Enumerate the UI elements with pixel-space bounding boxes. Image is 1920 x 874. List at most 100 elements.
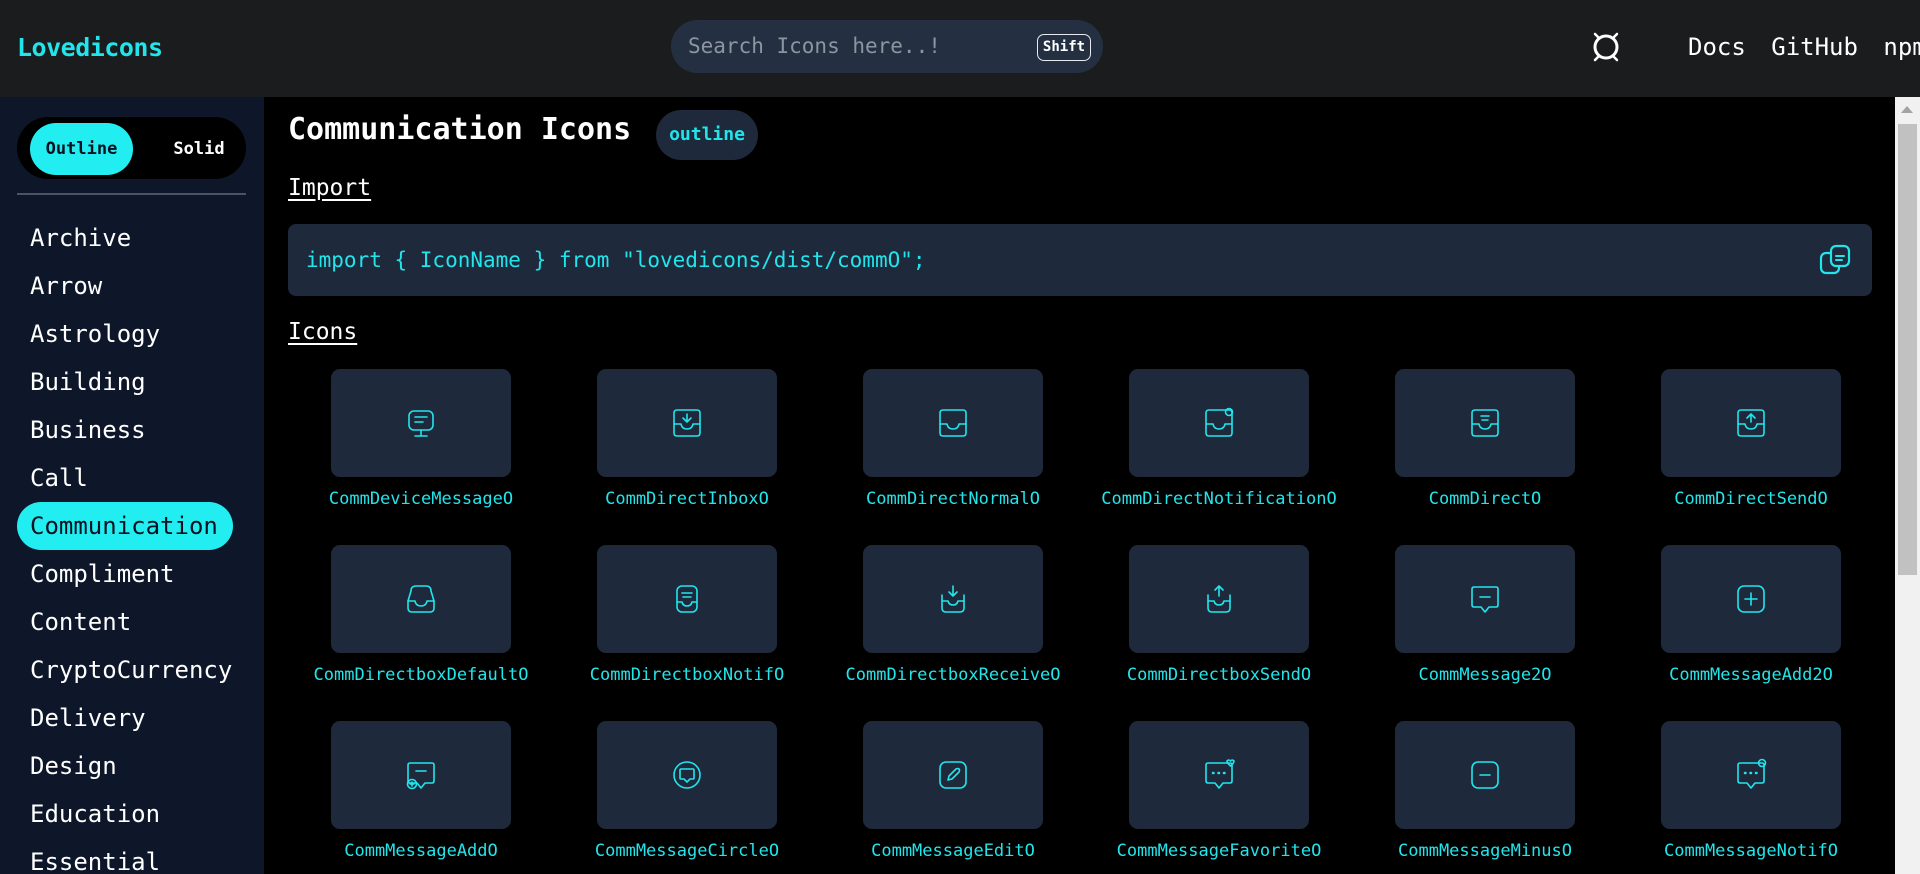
sidebar-item-cryptocurrency[interactable]: CryptoCurrency: [17, 646, 257, 694]
search-bar[interactable]: Shift: [671, 20, 1103, 73]
comm-directbox-default-o-icon: [407, 585, 435, 613]
icon-name-label: CommMessage2O: [1418, 665, 1552, 685]
icon-card[interactable]: CommDirectO: [1352, 369, 1618, 519]
icon-tile[interactable]: [1395, 369, 1575, 477]
icon-name-label: CommMessageAddO: [344, 841, 498, 861]
comm-directbox-receive-o-icon: [941, 585, 965, 613]
sidebar-item-building[interactable]: Building: [17, 358, 257, 406]
comm-message2-o-icon: [1471, 586, 1499, 613]
icon-card[interactable]: CommDirectboxSendO: [1086, 545, 1352, 695]
comm-direct-send-o-icon: [1737, 409, 1765, 437]
comm-direct-o-icon: [1471, 409, 1499, 437]
icon-name-label: CommMessageEditO: [871, 841, 1035, 861]
icon-name-label: CommDirectNotificationO: [1101, 489, 1337, 509]
comm-message-edit-o-icon: [939, 761, 967, 789]
comm-message-add-o-icon: [406, 762, 435, 790]
icon-tile[interactable]: [1129, 369, 1309, 477]
icon-card[interactable]: CommMessageAdd2O: [1618, 545, 1884, 695]
icon-card[interactable]: CommDirectNotificationO: [1086, 369, 1352, 519]
icon-card[interactable]: CommMessageCircleO: [554, 721, 820, 871]
icon-tile[interactable]: [1395, 545, 1575, 653]
comm-message-add2-o-icon: [1737, 585, 1765, 613]
icon-tile[interactable]: [863, 721, 1043, 829]
icon-name-label: CommDirectSendO: [1674, 489, 1828, 509]
icon-card[interactable]: CommDirectInboxO: [554, 369, 820, 519]
comm-direct-normal-o-icon: [939, 409, 967, 437]
icon-tile[interactable]: [863, 369, 1043, 477]
nav-link-docs[interactable]: Docs: [1688, 33, 1746, 61]
sidebar-item-delivery[interactable]: Delivery: [17, 694, 257, 742]
sidebar-item-essential[interactable]: Essential: [17, 838, 257, 874]
icon-card[interactable]: CommDirectNormalO: [820, 369, 1086, 519]
icon-name-label: CommDirectboxReceiveO: [845, 665, 1061, 685]
icon-tile[interactable]: [863, 545, 1043, 653]
icon-name-label: CommMessageAdd2O: [1669, 665, 1833, 685]
sidebar: Outline Solid Archive Arrow Astrology Build…: [0, 97, 264, 874]
icon-tile[interactable]: [1661, 545, 1841, 653]
import-code: import { IconName } from "lovedicons/dis…: [306, 248, 926, 272]
top-bar: Lovedicons Shift Docs GitHub npm: [0, 0, 1920, 97]
comm-message-favorite-o-icon: [1205, 759, 1235, 789]
shortcut-badge: Shift: [1037, 34, 1091, 61]
icon-name-label: CommDirectInboxO: [605, 489, 769, 509]
icon-card[interactable]: CommMessageFavoriteO: [1086, 721, 1352, 871]
icon-tile[interactable]: [1661, 369, 1841, 477]
theme-toggle-icon[interactable]: [1590, 31, 1622, 63]
icon-name-label: CommMessageNotifO: [1664, 841, 1838, 861]
main-content: Communication Icons outline Import impor…: [288, 97, 1872, 874]
icon-card[interactable]: CommMessageMinusO: [1352, 721, 1618, 871]
search-input[interactable]: [688, 32, 1018, 60]
icon-card[interactable]: CommMessage2O: [1352, 545, 1618, 695]
icon-name-label: CommDirectO: [1428, 489, 1542, 509]
page-title: Communication Icons: [288, 112, 632, 147]
icon-tile[interactable]: [597, 545, 777, 653]
icon-card[interactable]: CommDirectboxNotifO: [554, 545, 820, 695]
sidebar-item-compliment[interactable]: Compliment: [17, 550, 257, 598]
scroll-up-arrow-icon[interactable]: [1901, 106, 1913, 113]
icon-name-label: CommDirectboxDefaultO: [313, 665, 529, 685]
icon-card[interactable]: CommDirectboxReceiveO: [820, 545, 1086, 695]
icon-tile[interactable]: [1661, 721, 1841, 829]
icon-tile[interactable]: [1129, 545, 1309, 653]
sidebar-item-education[interactable]: Education: [17, 790, 257, 838]
toggle-solid[interactable]: Solid: [154, 123, 244, 175]
sidebar-item-content[interactable]: Content: [17, 598, 257, 646]
icon-tile[interactable]: [1395, 721, 1575, 829]
icon-tile[interactable]: [1129, 721, 1309, 829]
sidebar-item-design[interactable]: Design: [17, 742, 257, 790]
variant-badge: outline: [656, 110, 758, 160]
icon-name-label: CommDirectNormalO: [866, 489, 1040, 509]
icon-name-label: CommDeviceMessageO: [328, 489, 514, 509]
icon-card[interactable]: CommDirectSendO: [1618, 369, 1884, 519]
sidebar-item-business[interactable]: Business: [17, 406, 257, 454]
comm-message-notif-o-icon: [1737, 758, 1767, 789]
icon-name-label: CommMessageMinusO: [1398, 841, 1572, 861]
sidebar-item-astrology[interactable]: Astrology: [17, 310, 257, 358]
nav-link-npm[interactable]: npm: [1883, 33, 1920, 61]
icon-card[interactable]: CommMessageNotifO: [1618, 721, 1884, 871]
icon-card[interactable]: CommDeviceMessageO: [288, 369, 554, 519]
sidebar-item-arrow[interactable]: Arrow: [17, 262, 257, 310]
nav-link-github[interactable]: GitHub: [1771, 33, 1858, 61]
sidebar-divider: [17, 193, 246, 195]
comm-directbox-send-o-icon: [1207, 585, 1231, 613]
icon-card[interactable]: CommMessageEditO: [820, 721, 1086, 871]
icon-name-label: CommDirectboxSendO: [1126, 665, 1312, 685]
icon-card[interactable]: CommDirectboxDefaultO: [288, 545, 554, 695]
sidebar-item-communication[interactable]: Communication: [17, 502, 233, 550]
sidebar-item-call[interactable]: Call: [17, 454, 257, 502]
comm-device-message-o-icon: [408, 410, 434, 437]
icon-tile[interactable]: [597, 721, 777, 829]
scroll-thumb[interactable]: [1898, 124, 1917, 575]
icon-tile[interactable]: [597, 369, 777, 477]
page-scrollbar[interactable]: [1895, 97, 1920, 874]
toggle-outline[interactable]: Outline: [30, 123, 133, 175]
sidebar-item-archive[interactable]: Archive: [17, 214, 257, 262]
icon-tile[interactable]: [331, 721, 511, 829]
icon-tile[interactable]: [331, 545, 511, 653]
copy-icon[interactable]: [1818, 242, 1854, 278]
comm-message-minus-o-icon: [1471, 761, 1499, 789]
site-logo[interactable]: Lovedicons: [17, 33, 163, 62]
icon-card[interactable]: CommMessageAddO: [288, 721, 554, 871]
icon-tile[interactable]: [331, 369, 511, 477]
